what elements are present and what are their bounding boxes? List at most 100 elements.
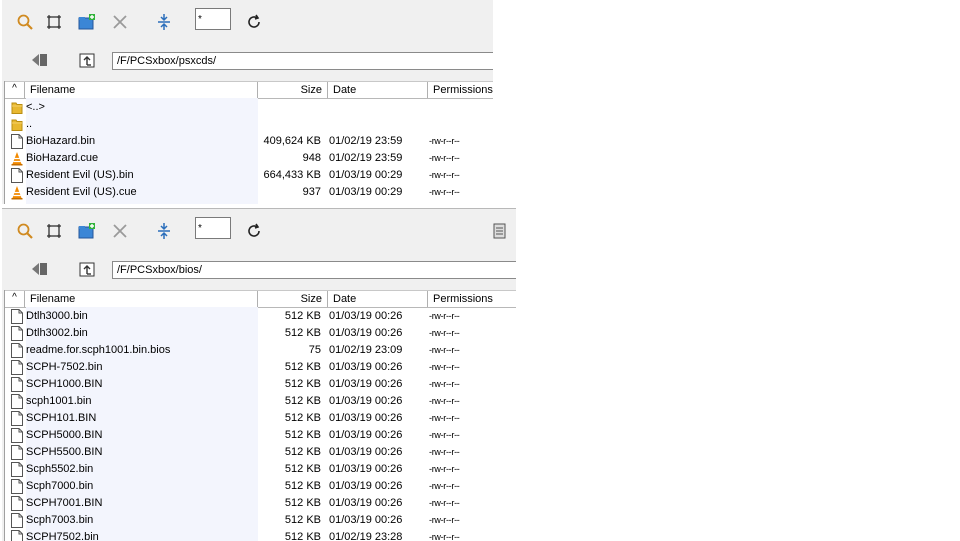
file-size: 512 KB [284,531,321,541]
file-row[interactable]: SCPH7001.BIN 512 KB 01/03/19 00:26 -rw-r--r… [5,495,516,512]
file-date: 01/03/19 00:26 [329,412,403,424]
file-permissions: -rw-r--r-- [429,136,460,146]
file-row[interactable]: Resident Evil (US).cue 937 01/03/19 00:29 -… [5,184,493,201]
file-permissions: -rw-r--r-- [429,379,460,389]
delete-button[interactable] [110,221,130,241]
file-row[interactable]: SCPH5500.BIN 512 KB 01/03/19 00:26 -rw-r--r… [5,444,516,461]
file-row[interactable]: Dtlh3002.bin 512 KB 01/03/19 00:26 -rw-r--r… [5,325,516,342]
file-row[interactable]: .. [5,116,493,133]
path-input[interactable]: /F/PCSxbox/psxcds/ [112,52,493,70]
file-name: SCPH-7502.bin [26,361,103,373]
find-button[interactable] [15,12,35,32]
remote-pane-bios: /F/PCSxbox/bios/ ^ Filename Size Date Pe… [2,208,516,541]
file-permissions: -rw-r--r-- [429,328,460,338]
file-row[interactable]: SCPH-7502.bin 512 KB 01/03/19 00:26 -rw-r--… [5,359,516,376]
toolbar [2,0,493,40]
file-row[interactable]: Scph5502.bin 512 KB 01/03/19 00:26 -rw-r--r… [5,461,516,478]
find-button[interactable] [15,221,35,241]
file-icon [11,394,23,409]
file-permissions: -rw-r--r-- [429,515,460,525]
remote-pane-psxcds: /F/PCSxbox/psxcds/ ^ Filename Size Date … [2,0,493,204]
column-date[interactable]: Date [328,82,428,98]
column-date[interactable]: Date [328,291,428,307]
back-button[interactable] [30,259,50,279]
file-icon [11,309,23,324]
sort-indicator[interactable]: ^ [5,82,25,98]
select-button[interactable] [44,221,64,241]
file-icon [11,530,23,541]
refresh-button[interactable] [244,12,264,32]
file-icon [11,428,23,443]
file-row[interactable]: <..> [5,99,493,116]
file-row[interactable]: SCPH101.BIN 512 KB 01/03/19 00:26 -rw-r--r-… [5,410,516,427]
file-permissions: -rw-r--r-- [429,187,460,197]
file-size: 512 KB [284,429,321,441]
file-row[interactable]: readme.for.scph1001.bin.bios 75 01/02/19 2… [5,342,516,359]
file-permissions: -rw-r--r-- [429,447,460,457]
file-size: 512 KB [284,463,321,475]
file-date: 01/02/19 23:09 [329,344,403,356]
sync-button[interactable] [154,12,174,32]
file-row[interactable]: Scph7003.bin 512 KB 01/03/19 00:26 -rw-r--r… [5,512,516,529]
file-date: 01/02/19 23:28 [329,531,403,541]
file-size: 664,433 KB [263,169,322,181]
parent-folder-button[interactable] [77,259,97,279]
file-row[interactable]: BioHazard.bin 409,624 KB 01/02/19 23:59 -rw… [5,133,493,150]
find-icon [17,223,33,239]
column-filename[interactable]: Filename [25,291,258,307]
column-filename[interactable]: Filename [25,82,258,98]
file-icon [11,168,23,183]
file-row[interactable]: Resident Evil (US).bin 664,433 KB 01/03/19… [5,167,493,184]
back-arrow-icon [32,54,47,66]
file-date: 01/03/19 00:26 [329,429,403,441]
file-icon [11,377,23,392]
file-date: 01/03/19 00:29 [329,186,403,198]
select-button[interactable] [44,12,64,32]
file-size: 512 KB [284,378,321,390]
file-size: 512 KB [284,497,321,509]
file-row[interactable]: SCPH1000.BIN 512 KB 01/03/19 00:26 -rw-r--r… [5,376,516,393]
column-size[interactable]: Size [258,291,328,307]
file-date: 01/03/19 00:26 [329,514,403,526]
parent-folder-button[interactable] [77,50,97,70]
new-folder-button[interactable] [77,221,97,241]
refresh-button[interactable] [244,221,264,241]
file-row[interactable]: SCPH5000.BIN 512 KB 01/03/19 00:26 -rw-r--r… [5,427,516,444]
file-row[interactable]: Dtlh3000.bin 512 KB 01/03/19 00:26 -rw-r--r… [5,308,516,325]
file-row[interactable]: Scph7000.bin 512 KB 01/03/19 00:26 -rw-r--r… [5,478,516,495]
column-permissions[interactable]: Permissions [428,291,516,307]
file-rows: <..>.. BioHazard.bin 409,624 KB 01/02/19 23… [5,99,493,201]
delete-button[interactable] [110,12,130,32]
file-icon [11,360,23,375]
properties-button[interactable] [490,221,510,241]
path-bar: /F/PCSxbox/psxcds/ [2,40,493,78]
file-icon [11,343,23,358]
sort-indicator[interactable]: ^ [5,291,25,307]
column-size[interactable]: Size [258,82,328,98]
file-size: 512 KB [284,412,321,424]
file-date: 01/03/19 00:26 [329,378,403,390]
sync-button[interactable] [154,221,174,241]
filter-input[interactable] [195,8,231,30]
new-folder-button[interactable] [77,12,97,32]
refresh-icon [248,14,260,28]
path-bar: /F/PCSxbox/bios/ [2,249,516,287]
file-row[interactable]: BioHazard.cue 948 01/02/19 23:59 -rw-r--r-- [5,150,493,167]
file-date: 01/03/19 00:26 [329,327,403,339]
file-row[interactable]: SCPH7502.bin 512 KB 01/02/19 23:28 -rw-r--r… [5,529,516,541]
filter-input[interactable] [195,217,231,239]
folder-icon [11,100,23,115]
column-permissions[interactable]: Permissions [428,82,493,98]
select-frame-icon [47,15,61,29]
path-input[interactable]: /F/PCSxbox/bios/ [112,261,516,279]
new-folder-icon [78,14,95,30]
file-list: ^ Filename Size Date Permissions <..>.. B… [4,81,493,204]
file-size: 512 KB [284,327,321,339]
file-size: 948 [302,152,321,164]
file-date: 01/03/19 00:26 [329,446,403,458]
file-size: 512 KB [284,446,321,458]
back-button[interactable] [30,50,50,70]
file-row[interactable]: scph1001.bin 512 KB 01/03/19 00:26 -rw-r--r… [5,393,516,410]
file-icon [11,411,23,426]
file-name: SCPH101.BIN [26,412,97,424]
